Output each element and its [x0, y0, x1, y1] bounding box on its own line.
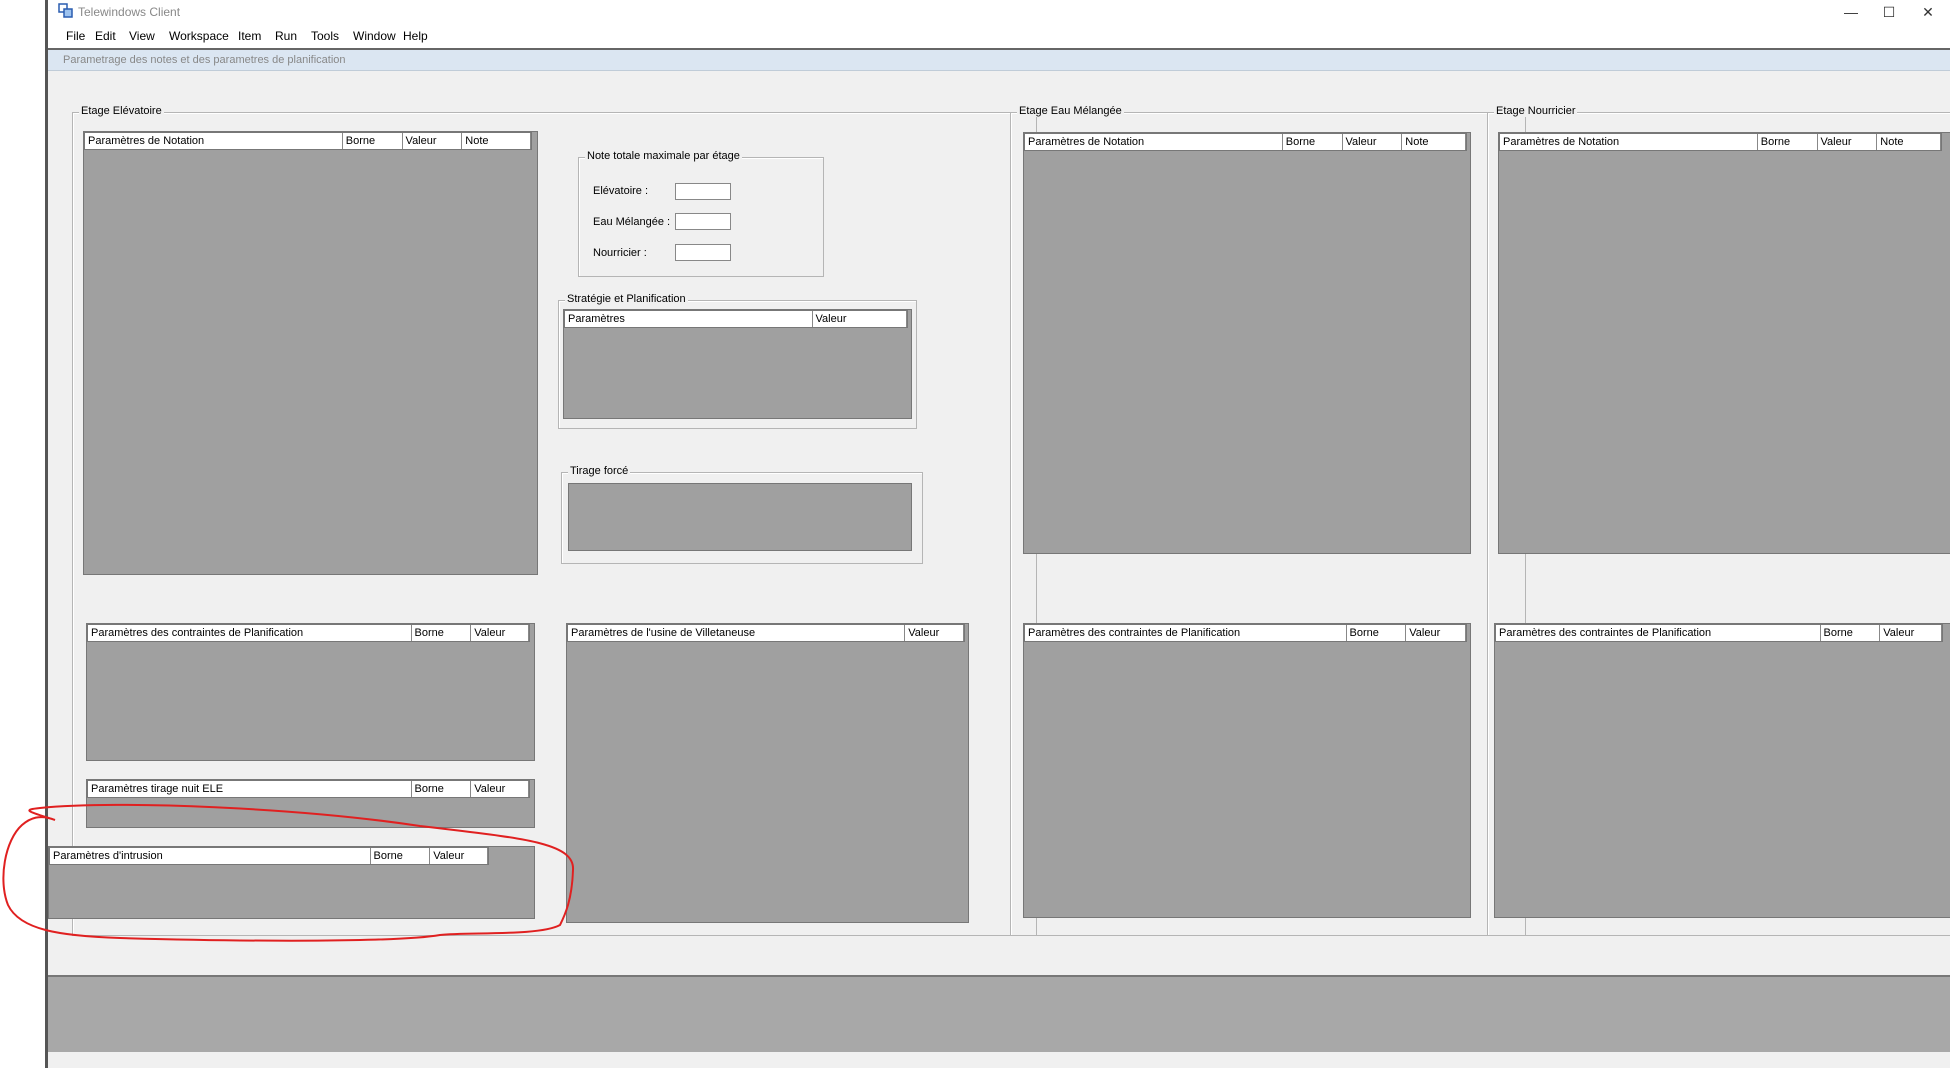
input-note-elevatoire[interactable] [675, 183, 731, 200]
group-legend: Etage Eau Mélangée [1017, 105, 1124, 117]
column-header[interactable]: Paramètres de Notation [1025, 134, 1283, 150]
table-header: Paramètres d'intrusion Borne Valeur [49, 847, 489, 865]
table-notation-nourricier[interactable]: Paramètres de Notation Borne Valeur Note [1498, 132, 1950, 554]
column-header[interactable]: Valeur [1342, 134, 1403, 150]
column-header[interactable]: Valeur [471, 625, 530, 641]
menu-tools[interactable]: Tools [311, 29, 339, 43]
column-header[interactable]: Valeur [1817, 134, 1878, 150]
message-area [48, 975, 1950, 1052]
group-legend: Note totale maximale par étage [585, 150, 742, 162]
column-header[interactable]: Valeur [1406, 625, 1466, 641]
input-note-nourricier[interactable] [675, 244, 731, 261]
table-tirage-nuit-ele[interactable]: Paramètres tirage nuit ELE Borne Valeur [86, 779, 535, 828]
column-header[interactable]: Borne [411, 781, 472, 797]
column-header[interactable]: Paramètres tirage nuit ELE [88, 781, 412, 797]
window-title: Telewindows Client [78, 5, 181, 19]
table-strategie[interactable]: Paramètres Valeur [563, 309, 912, 419]
telewindows-app-icon [58, 3, 73, 18]
application-window: Telewindows Client — ☐ ✕ File Edit View … [45, 0, 1950, 1068]
field-label-eau-melangee: Eau Mélangée : [593, 216, 671, 228]
group-legend: Stratégie et Planification [565, 293, 688, 305]
menu-view[interactable]: View [129, 29, 155, 43]
column-header[interactable]: Valeur [402, 133, 463, 149]
menu-bar: File Edit View Workspace Item Run Tools … [48, 24, 1950, 50]
column-header[interactable]: Paramètres des contraintes de Planificat… [88, 625, 412, 641]
column-header[interactable]: Borne [1346, 625, 1407, 641]
table-header: Paramètres de Notation Borne Valeur Note [1499, 133, 1942, 151]
menu-file[interactable]: File [66, 29, 85, 43]
title-bar: Telewindows Client — ☐ ✕ [48, 0, 1950, 24]
table-header: Paramètres tirage nuit ELE Borne Valeur [87, 780, 530, 798]
table-usine-villetaneuse[interactable]: Paramètres de l'usine de Villetaneuse Va… [566, 623, 969, 923]
column-header[interactable]: Paramètres des contraintes de Planificat… [1025, 625, 1347, 641]
column-header[interactable]: Paramètres [565, 311, 813, 327]
table-contraintes-elevatoire[interactable]: Paramètres des contraintes de Planificat… [86, 623, 535, 761]
column-header[interactable]: Borne [342, 133, 403, 149]
table-header: Paramètres de l'usine de Villetaneuse Va… [567, 624, 965, 642]
column-header[interactable]: Borne [1757, 134, 1818, 150]
column-header[interactable]: Valeur [471, 781, 530, 797]
column-header[interactable]: Borne [370, 848, 431, 864]
table-intrusion[interactable]: Paramètres d'intrusion Borne Valeur [48, 846, 535, 919]
table-contraintes-eau-melangee[interactable]: Paramètres des contraintes de Planificat… [1023, 623, 1471, 918]
column-header[interactable]: Paramètres de Notation [85, 133, 343, 149]
column-header[interactable]: Valeur [812, 311, 907, 327]
table-notation-eau-melangee[interactable]: Paramètres de Notation Borne Valeur Note [1023, 132, 1471, 554]
column-header[interactable]: Paramètres d'intrusion [50, 848, 371, 864]
column-header[interactable]: Valeur [430, 848, 488, 864]
column-header[interactable]: Note [1402, 134, 1466, 150]
menu-run[interactable]: Run [275, 29, 297, 43]
column-header[interactable]: Paramètres de l'usine de Villetaneuse [568, 625, 906, 641]
column-header[interactable]: Valeur [1880, 625, 1942, 641]
document-tab-label: Parametrage des notes et des parametres … [63, 54, 346, 66]
menu-help[interactable]: Help [403, 29, 428, 43]
column-header[interactable]: Borne [411, 625, 472, 641]
field-label-nourricier: Nourricier : [593, 247, 647, 259]
column-header[interactable]: Note [1877, 134, 1941, 150]
table-header: Paramètres de Notation Borne Valeur Note [84, 132, 532, 150]
menu-workspace[interactable]: Workspace [169, 29, 229, 43]
column-header[interactable]: Borne [1820, 625, 1881, 641]
document-tab[interactable]: Parametrage des notes et des parametres … [48, 50, 1950, 71]
menu-window[interactable]: Window [353, 29, 396, 43]
table-header: Paramètres des contraintes de Planificat… [87, 624, 530, 642]
column-header[interactable]: Valeur [905, 625, 964, 641]
group-legend: Tirage forcé [568, 465, 631, 477]
table-tirage-force[interactable] [568, 483, 912, 551]
menu-edit[interactable]: Edit [95, 29, 116, 43]
table-header: Paramètres de Notation Borne Valeur Note [1024, 133, 1467, 151]
group-note-totale: Note totale maximale par étage Elévatoir… [578, 150, 824, 277]
column-header[interactable]: Paramètres de Notation [1500, 134, 1758, 150]
table-header: Paramètres des contraintes de Planificat… [1495, 624, 1943, 642]
input-note-eau-melangee[interactable] [675, 213, 731, 230]
maximize-button[interactable]: ☐ [1869, 2, 1909, 22]
menu-item[interactable]: Item [238, 29, 261, 43]
column-header[interactable]: Borne [1282, 134, 1343, 150]
table-notation-elevatoire[interactable]: Paramètres de Notation Borne Valeur Note [83, 131, 538, 575]
table-header: Paramètres des contraintes de Planificat… [1024, 624, 1467, 642]
minimize-button[interactable]: — [1831, 2, 1871, 22]
table-contraintes-nourricier[interactable]: Paramètres des contraintes de Planificat… [1494, 623, 1950, 918]
group-legend: Etage Nourricier [1494, 105, 1578, 117]
group-legend: Etage Elévatoire [79, 105, 164, 117]
field-label-elevatoire: Elévatoire : [593, 185, 649, 197]
table-header: Paramètres Valeur [564, 310, 908, 328]
column-header[interactable]: Paramètres des contraintes de Planificat… [1496, 625, 1821, 641]
column-header[interactable]: Note [462, 133, 531, 149]
close-button[interactable]: ✕ [1908, 2, 1948, 22]
